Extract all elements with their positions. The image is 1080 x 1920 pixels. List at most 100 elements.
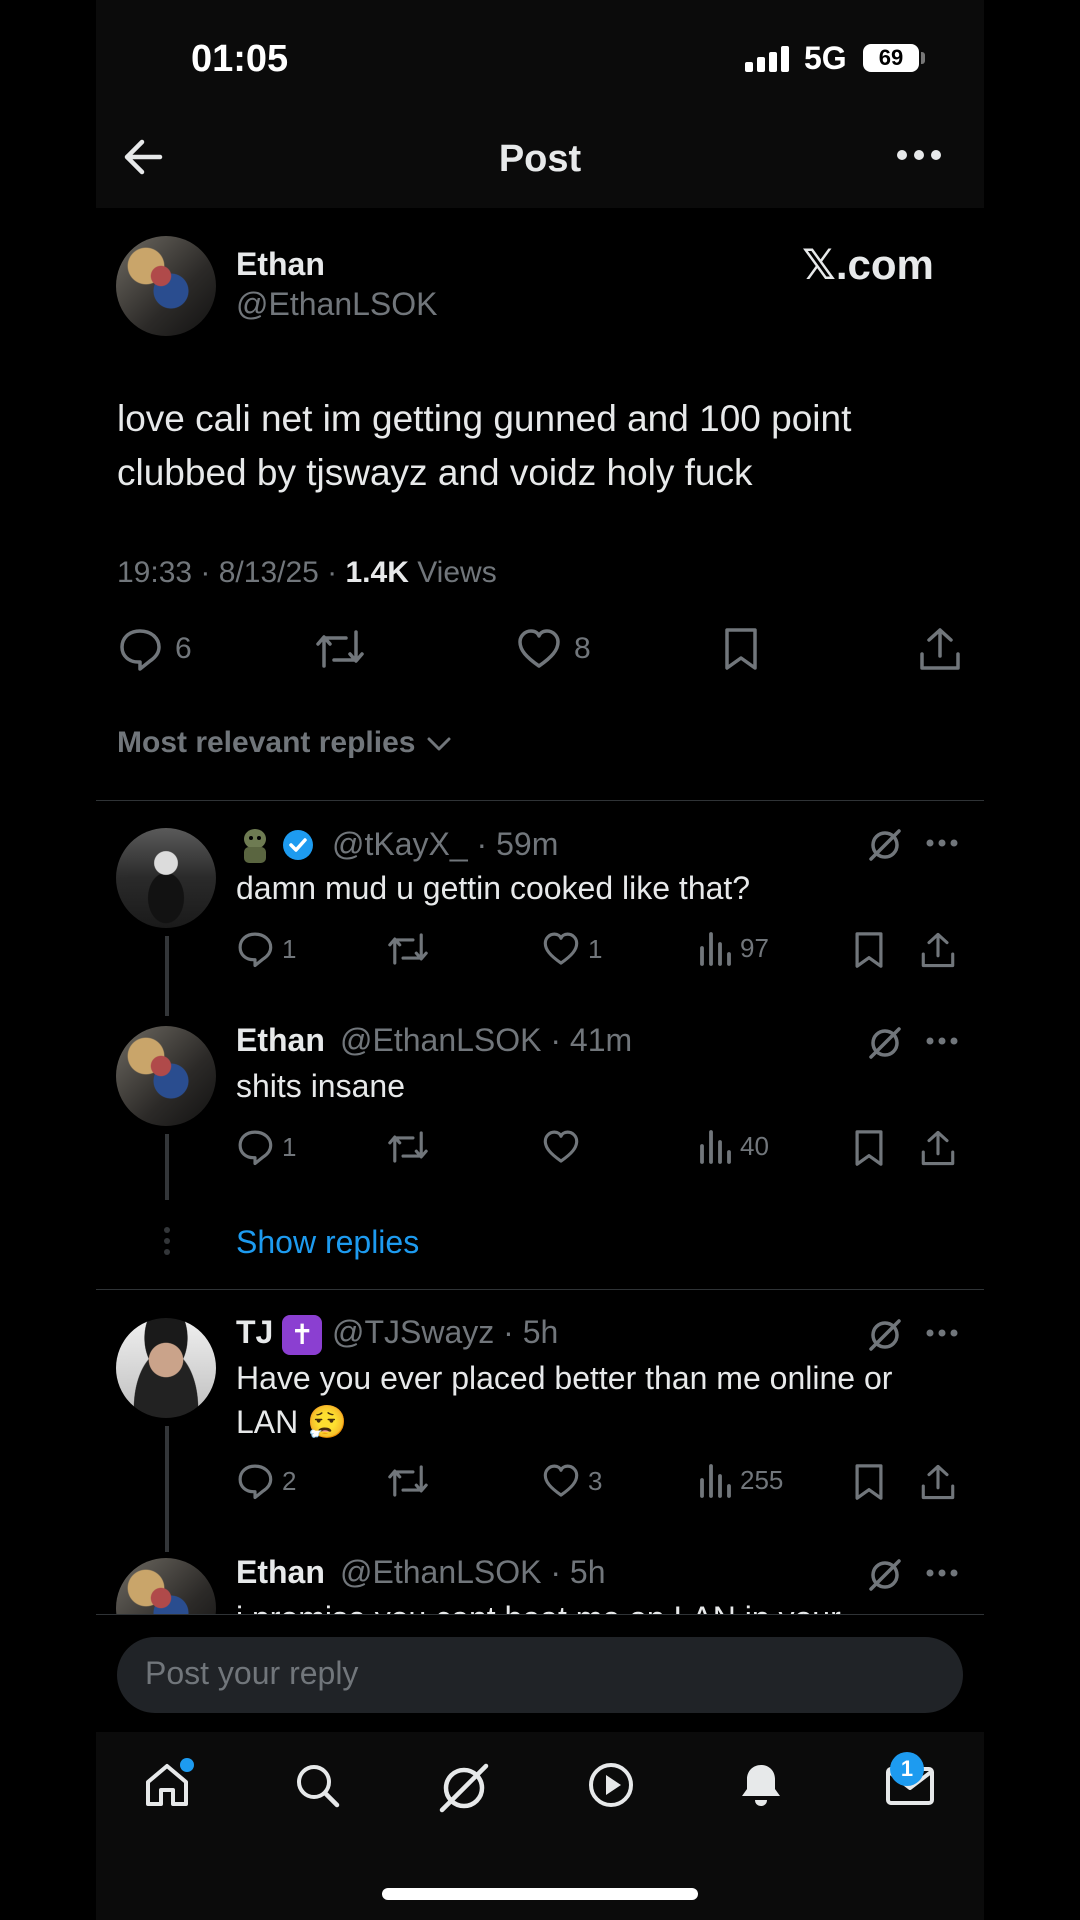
like-count: 3 — [588, 1465, 603, 1496]
more-options-icon[interactable] — [926, 838, 958, 848]
grok-icon[interactable] — [868, 1318, 902, 1352]
thread-line — [165, 1426, 169, 1552]
reply-button[interactable]: 1 — [236, 1128, 296, 1166]
like-button[interactable]: 1 — [542, 930, 602, 968]
reply-handle[interactable]: @EthanLSOK · 41m — [340, 1022, 632, 1059]
share-icon[interactable] — [920, 1462, 956, 1502]
reply-text: damn mud u gettin cooked like that? — [236, 870, 751, 906]
divider — [96, 1289, 984, 1290]
views-button[interactable]: 97 — [698, 930, 769, 966]
repost-button[interactable] — [314, 626, 366, 672]
views-icon — [700, 932, 731, 966]
reply-text: shits insane — [236, 1068, 405, 1104]
more-options-icon[interactable] — [926, 1568, 958, 1578]
reply-author[interactable]: TJ ✝ — [236, 1314, 323, 1355]
reply-input[interactable]: Post your reply — [117, 1637, 963, 1713]
show-replies-link[interactable]: Show replies — [236, 1224, 419, 1261]
like-button[interactable] — [542, 1128, 580, 1166]
reply-author[interactable] — [236, 824, 313, 865]
grok-icon[interactable] — [868, 1026, 902, 1060]
reply-author-name: TJ — [236, 1314, 274, 1350]
grok-icon[interactable] — [868, 828, 902, 862]
heart-icon — [518, 629, 560, 668]
search-icon[interactable] — [292, 1760, 342, 1810]
views-icon — [700, 1464, 731, 1498]
avatar[interactable] — [116, 1026, 216, 1126]
grok-icon[interactable] — [436, 1760, 492, 1816]
bookmark-icon[interactable] — [852, 930, 886, 970]
avatar[interactable] — [116, 1318, 216, 1418]
avatar[interactable] — [116, 1558, 216, 1614]
avatar[interactable] — [116, 236, 216, 336]
signal-icon — [745, 46, 789, 72]
bookmark-icon[interactable] — [852, 1128, 886, 1168]
video-icon[interactable] — [586, 1760, 636, 1810]
home-notification-dot — [180, 1758, 194, 1772]
views-count: 1.4K — [345, 556, 409, 589]
status-time: 01:05 — [191, 38, 289, 80]
divider — [96, 800, 984, 801]
repost-icon[interactable] — [386, 1128, 430, 1166]
heart-icon — [543, 1130, 579, 1163]
view-count: 255 — [740, 1464, 784, 1495]
views-button[interactable]: 40 — [698, 1128, 769, 1164]
views-button[interactable]: 255 — [698, 1462, 783, 1498]
notifications-bell-icon[interactable] — [736, 1760, 786, 1810]
reply-handle[interactable]: @EthanLSOK · 5h — [340, 1554, 606, 1591]
reply-icon — [238, 1130, 273, 1166]
view-count: 97 — [740, 932, 769, 963]
avatar[interactable] — [116, 828, 216, 928]
chevron-down-icon — [427, 737, 451, 751]
view-count: 40 — [740, 1130, 769, 1161]
cross-emoji-icon: ✝ — [282, 1314, 323, 1355]
reply-handle[interactable]: @tKayX_ · 59m — [332, 826, 558, 863]
reply-author[interactable]: Ethan — [236, 1554, 325, 1591]
author-name[interactable]: Ethan — [236, 246, 325, 283]
reply-count: 6 — [175, 632, 192, 665]
post-timestamp: 19:33 · 8/13/25 · — [117, 556, 346, 589]
reply-icon — [238, 932, 273, 968]
heart-icon — [543, 1464, 579, 1497]
more-options-icon[interactable] — [896, 148, 942, 162]
heart-icon — [543, 932, 579, 965]
more-options-icon[interactable] — [926, 1328, 958, 1338]
reply-button[interactable]: 1 — [236, 930, 296, 968]
like-count: 8 — [574, 632, 591, 665]
reply-author[interactable]: Ethan — [236, 1022, 325, 1059]
reply-composer: Post your reply — [96, 1614, 984, 1732]
reply-count: 1 — [282, 1131, 297, 1162]
messages-badge: 1 — [890, 1752, 924, 1786]
app-frame: 01:05 5G 69 Post Ethan @EthanLSOK 𝕏.com … — [96, 0, 984, 1920]
grok-icon[interactable] — [868, 1558, 902, 1592]
like-button[interactable]: 8 — [516, 626, 591, 672]
share-icon[interactable] — [920, 1128, 956, 1168]
verified-badge-icon — [282, 829, 313, 860]
reply-placeholder: Post your reply — [145, 1655, 359, 1691]
reply-icon — [238, 1464, 273, 1500]
battery-icon: 69 — [863, 44, 919, 72]
share-icon[interactable] — [918, 626, 962, 672]
reply-handle[interactable]: @TJSwayz · 5h — [332, 1314, 558, 1351]
more-options-icon[interactable] — [926, 1036, 958, 1046]
reply-button[interactable]: 6 — [117, 626, 192, 672]
thread-line — [165, 936, 169, 1016]
sort-label: Most relevant replies — [117, 726, 416, 759]
home-indicator — [382, 1888, 698, 1900]
bookmark-icon[interactable] — [852, 1462, 886, 1502]
reply-sort-selector[interactable]: Most relevant replies — [117, 726, 452, 760]
post-text: love cali net im getting gunned and 100 … — [117, 398, 852, 493]
bookmark-icon[interactable] — [721, 626, 761, 672]
repost-icon[interactable] — [386, 1462, 430, 1500]
views-icon — [700, 1130, 731, 1164]
battery-nub — [921, 52, 925, 64]
author-handle[interactable]: @EthanLSOK — [236, 286, 437, 323]
like-button[interactable]: 3 — [542, 1462, 602, 1500]
reply-count: 1 — [282, 933, 297, 964]
reply-icon — [120, 629, 161, 671]
repost-icon[interactable] — [386, 930, 430, 968]
network-type: 5G — [804, 40, 847, 76]
reply-count: 2 — [282, 1465, 297, 1496]
status-bar: 01:05 5G 69 — [96, 0, 984, 110]
share-icon[interactable] — [920, 930, 956, 970]
reply-button[interactable]: 2 — [236, 1462, 296, 1500]
